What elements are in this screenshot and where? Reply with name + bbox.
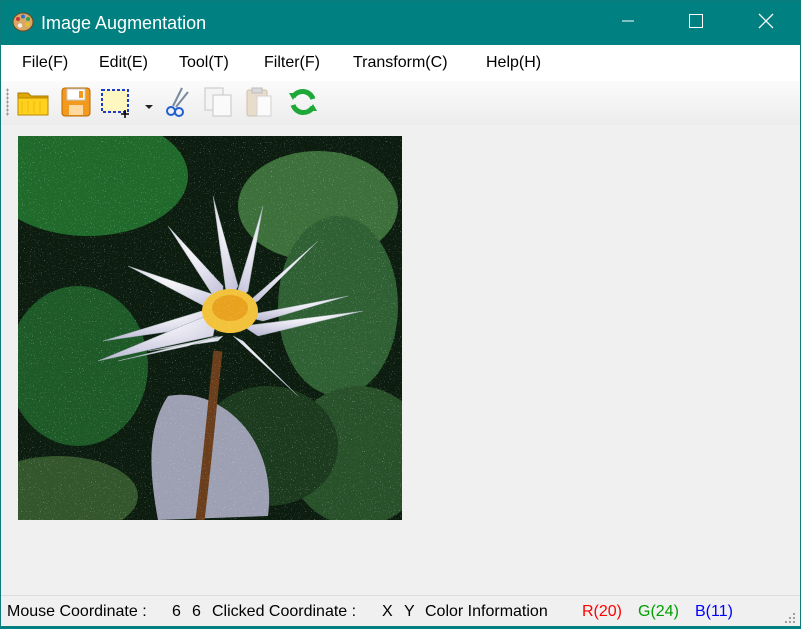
cut-button[interactable] [160, 87, 194, 121]
copy-icon [202, 86, 234, 123]
clicked-y-value: Y [404, 603, 415, 620]
clicked-x-value: X [382, 603, 393, 620]
water-lily-image[interactable] [18, 136, 402, 520]
canvas-area[interactable] [1, 125, 800, 593]
image-canvas[interactable] [18, 136, 402, 520]
menu-tool[interactable]: Tool(T) [179, 53, 229, 73]
mouse-coordinate-label: Mouse Coordinate : [7, 603, 147, 620]
copy-button[interactable] [201, 87, 235, 121]
title-bar[interactable]: Image Augmentation [1, 1, 800, 45]
menu-file[interactable]: File(F) [22, 53, 68, 73]
save-icon [60, 86, 92, 123]
maximize-button[interactable] [673, 1, 719, 45]
save-button[interactable] [59, 87, 93, 121]
minimize-icon [622, 14, 634, 32]
select-region-button[interactable] [99, 87, 133, 121]
select-region-icon [99, 86, 133, 123]
refresh-button[interactable] [286, 87, 320, 121]
select-dropdown-arrow-icon[interactable] [143, 99, 155, 109]
maximize-icon [689, 13, 703, 33]
resize-grip-icon[interactable] [784, 611, 796, 623]
paste-icon [243, 86, 275, 123]
menu-filter[interactable]: Filter(F) [264, 53, 320, 73]
minimize-button[interactable] [605, 1, 651, 45]
red-value: R(20) [582, 603, 623, 620]
menu-help[interactable]: Help(H) [486, 53, 541, 73]
open-button[interactable] [16, 87, 50, 121]
close-button[interactable] [743, 1, 789, 45]
open-folder-icon [16, 87, 50, 122]
clicked-coordinate-label: Clicked Coordinate : [212, 603, 357, 620]
mouse-y-value: 6 [192, 603, 201, 620]
blue-value: B(11) [695, 603, 733, 620]
paste-button[interactable] [242, 87, 276, 121]
window-title: Image Augmentation [41, 13, 207, 33]
toolbar [1, 81, 800, 125]
menu-bar: File(F) Edit(E) Tool(T) Filter(F) Transf… [1, 45, 800, 81]
green-value: G(24) [638, 603, 679, 620]
mouse-x-value: 6 [172, 603, 181, 620]
toolbar-grip-icon[interactable] [6, 88, 9, 116]
color-information-label: Color Information [425, 603, 548, 620]
status-bar: Mouse Coordinate : 6 6 Clicked Coordinat… [1, 595, 800, 626]
close-icon [758, 13, 774, 34]
menu-transform[interactable]: Transform(C) [353, 53, 448, 73]
menu-edit[interactable]: Edit(E) [99, 53, 148, 73]
app-window: Image Augmentation File(F) Edit(E) Tool(… [0, 0, 801, 626]
palette-icon[interactable] [12, 11, 34, 33]
refresh-icon [286, 85, 320, 124]
scissors-icon [162, 86, 192, 123]
